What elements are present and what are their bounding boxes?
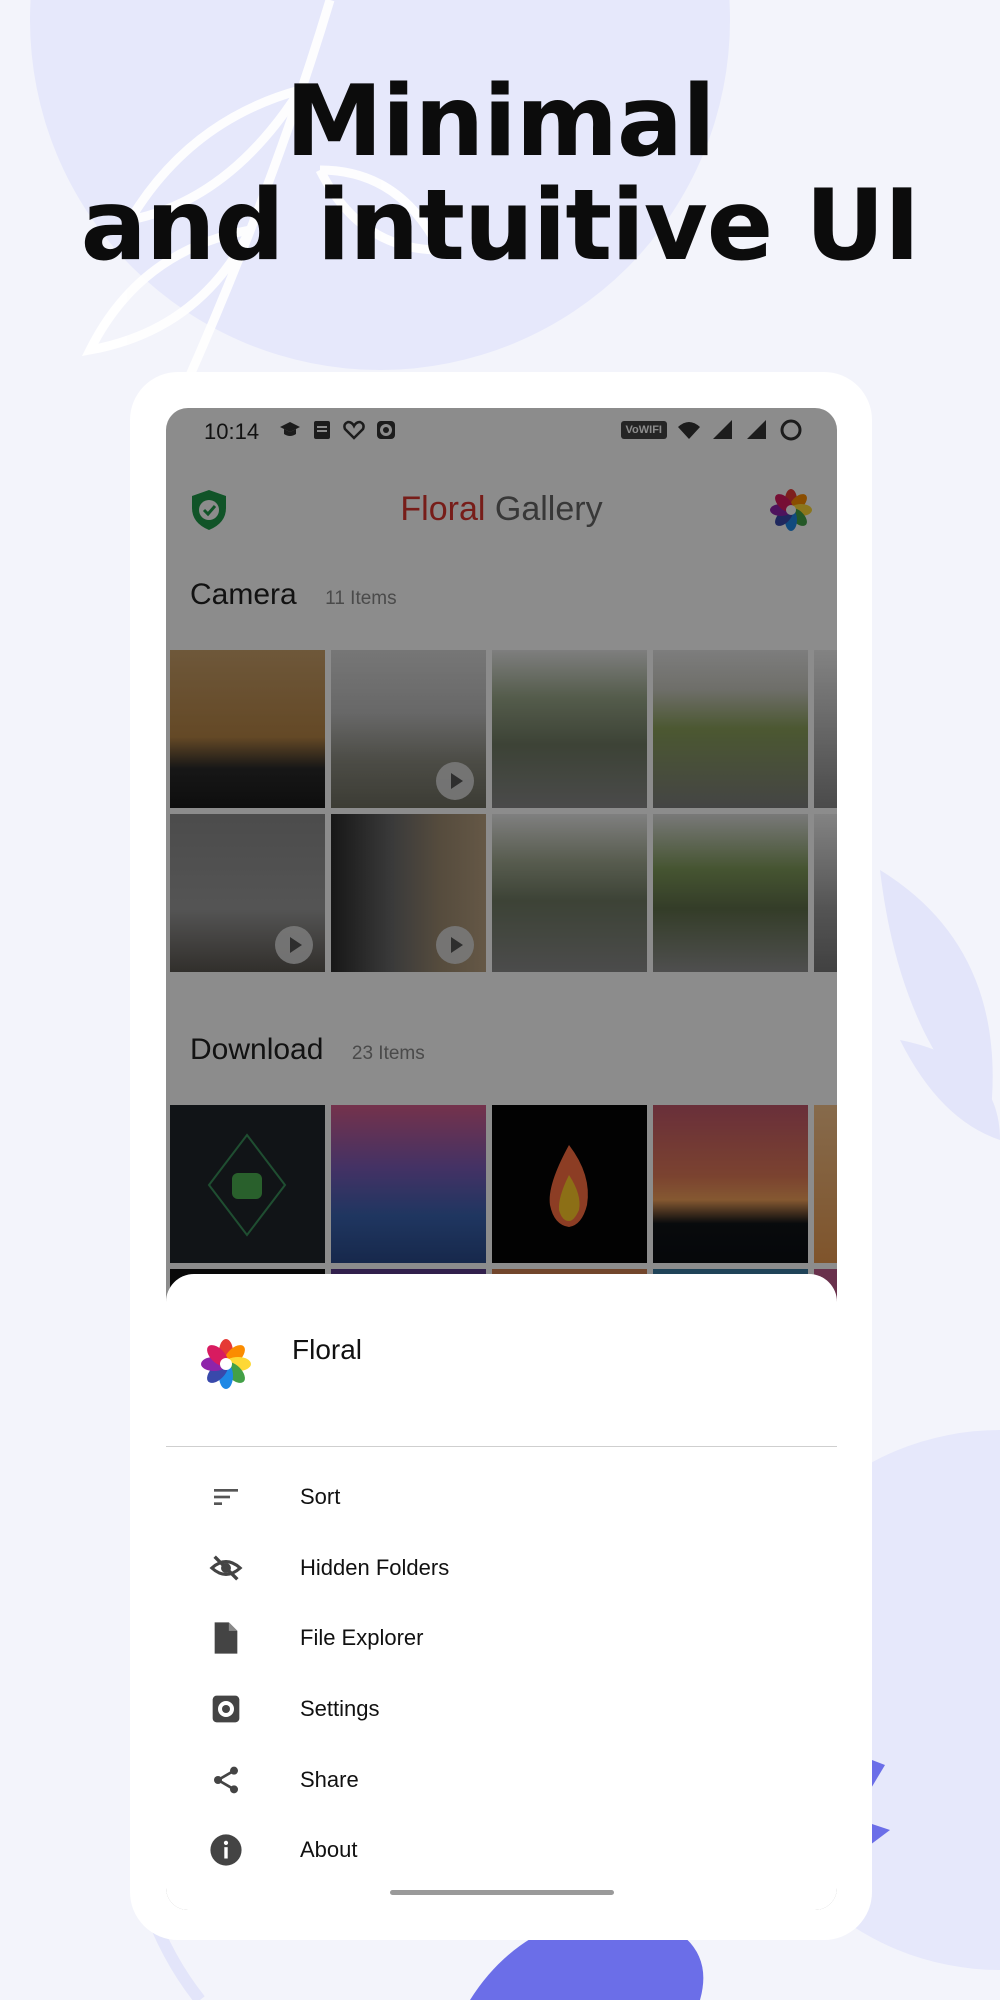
share-icon: [208, 1762, 244, 1798]
menu-item-sort[interactable]: Sort: [166, 1462, 837, 1533]
sort-icon: [208, 1479, 244, 1515]
menu-item-share[interactable]: Share: [166, 1744, 837, 1815]
sheet-header: Floral: [166, 1274, 837, 1446]
headline-line-1: Minimal: [285, 65, 715, 179]
gesture-nav-handle[interactable]: [390, 1890, 614, 1895]
sheet-title: Floral: [292, 1334, 363, 1365]
info-icon: [208, 1832, 244, 1868]
divider: [166, 1446, 837, 1447]
flower-logo-icon: [201, 1339, 251, 1389]
menu-item-label: Sort: [300, 1484, 341, 1510]
menu-item-label: About: [300, 1837, 358, 1863]
sheet-menu-list: Sort Hidden Folders File Explorer Settin…: [166, 1462, 837, 1886]
menu-item-label: Share: [300, 1766, 359, 1792]
menu-item-label: Hidden Folders: [300, 1554, 450, 1580]
marketing-headline: Minimal and intuitive UI: [0, 70, 1000, 278]
headline-line-2: and intuitive UI: [80, 169, 921, 283]
menu-item-file-explorer[interactable]: File Explorer: [166, 1603, 837, 1674]
menu-item-hidden-folders[interactable]: Hidden Folders: [166, 1533, 837, 1604]
eye-off-icon: [208, 1550, 244, 1586]
menu-item-settings[interactable]: Settings: [166, 1674, 837, 1745]
file-icon: [208, 1620, 244, 1656]
menu-item-label: File Explorer: [300, 1625, 424, 1651]
phone-screen: 10:14 VoWIFI Floral Gallery Camera 11 It…: [166, 408, 837, 1910]
menu-item-about[interactable]: About: [166, 1815, 837, 1886]
gear-icon: [208, 1691, 244, 1727]
bottom-sheet-menu: Floral Sort Hidden Folders File Explorer…: [166, 1274, 837, 1910]
gallery-app: 10:14 VoWIFI Floral Gallery Camera 11 It…: [166, 408, 837, 1910]
menu-item-label: Settings: [300, 1696, 380, 1722]
